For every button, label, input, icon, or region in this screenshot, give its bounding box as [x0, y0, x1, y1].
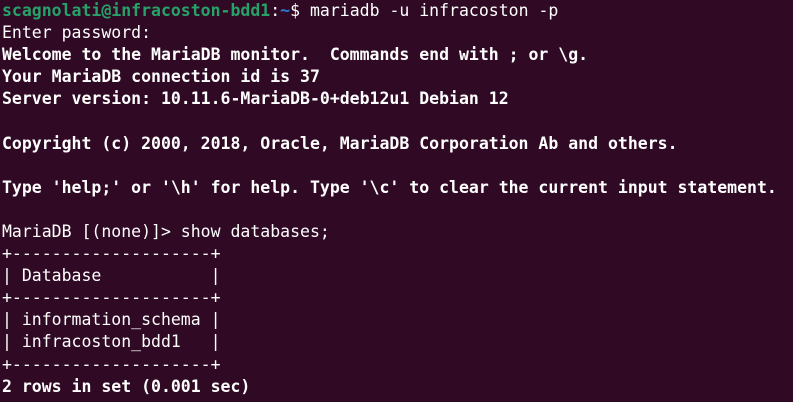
table-header-row: | Database |: [2, 266, 221, 286]
table-row: | information_schema |: [2, 310, 221, 330]
table-border-top: +--------------------+: [2, 244, 221, 264]
prompt-separator: :: [270, 1, 281, 20]
result-summary-line: 2 rows in set (0.001 sec): [2, 376, 251, 396]
terminal-window[interactable]: scagnolati@infracoston-bdd1:~$ mariadb -…: [0, 0, 793, 402]
welcome-line: Welcome to the MariaDB monitor. Commands…: [2, 45, 589, 65]
shell-prompt-line: scagnolati@infracoston-bdd1:~$ mariadb -…: [2, 0, 793, 22]
server-version-line: Server version: 10.11.6-MariaDB-0+deb12u…: [2, 89, 509, 109]
prompt-user-host: scagnolati@infracoston-bdd1: [2, 1, 271, 20]
help-line: Type 'help;' or '\h' for help. Type '\c'…: [2, 177, 777, 197]
table-border-bottom: +--------------------+: [2, 354, 221, 374]
shell-command: mariadb -u infracoston -p: [309, 1, 559, 20]
prompt-path: ~: [280, 1, 291, 20]
connection-id-line: Your MariaDB connection id is 37: [2, 67, 320, 87]
table-border-mid: +--------------------+: [2, 288, 221, 308]
copyright-line: Copyright (c) 2000, 2018, Oracle, MariaD…: [2, 133, 678, 153]
prompt-symbol: $: [290, 1, 310, 20]
enter-password-line: Enter password:: [2, 23, 152, 43]
mariadb-prompt-line: MariaDB [(none)]> show databases;: [2, 221, 330, 241]
table-row: | infracoston_bdd1 |: [2, 332, 221, 352]
